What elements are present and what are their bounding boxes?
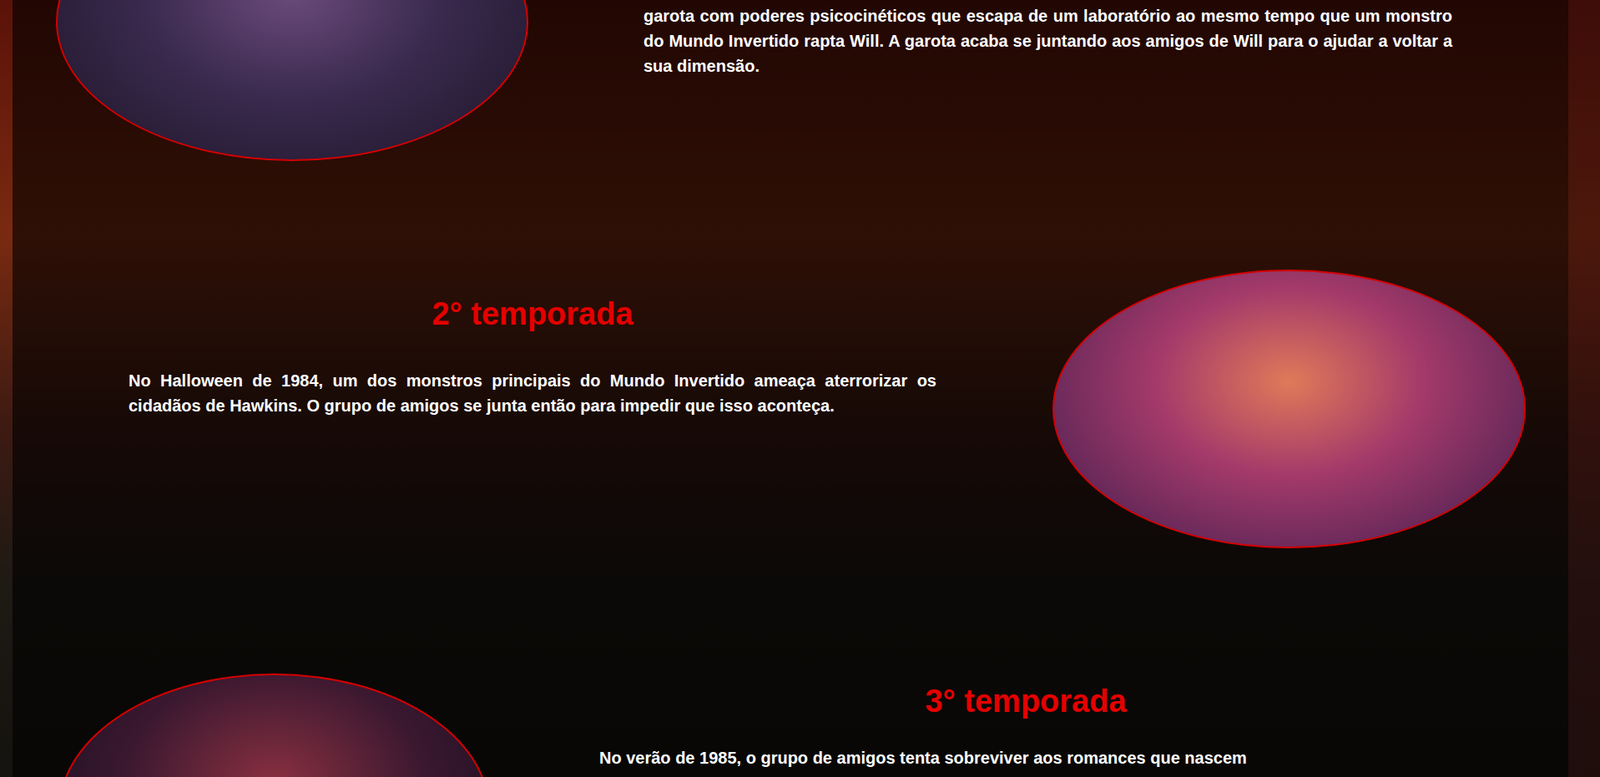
season-title: 2° temporada — [128, 294, 937, 334]
season-text: 2° temporada No Halloween de 1984, um dos… — [128, 269, 937, 419]
season-poster-image — [55, 0, 529, 162]
season-section: garota com poderes psicocinéticos que es… — [12, 0, 1569, 162]
season-description: No Halloween de 1984, um dos monstros pr… — [128, 368, 937, 419]
season-text: 3° temporada No verão de 1985, o grupo de… — [599, 673, 1453, 771]
seasons-panel: garota com poderes psicocinéticos que es… — [12, 0, 1569, 777]
season-section: 3° temporada No verão de 1985, o grupo de… — [12, 673, 1569, 777]
season-text: garota com poderes psicocinéticos que es… — [643, 0, 1453, 79]
season-poster-image — [1052, 269, 1526, 549]
page-edge — [1568, 0, 1600, 777]
season-title: 3° temporada — [599, 681, 1453, 721]
season-poster-image — [58, 673, 490, 777]
season-description: garota com poderes psicocinéticos que es… — [643, 3, 1453, 79]
season-description: No verão de 1985, o grupo de amigos tent… — [599, 745, 1453, 771]
season-section: 2° temporada No Halloween de 1984, um dos… — [12, 269, 1569, 549]
